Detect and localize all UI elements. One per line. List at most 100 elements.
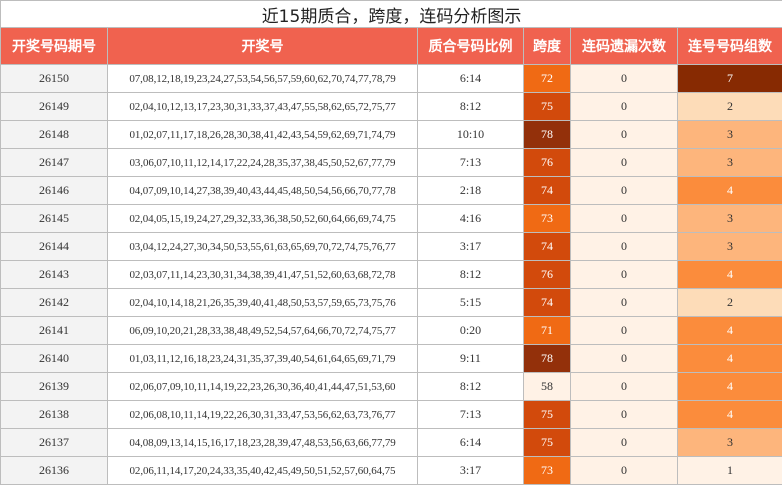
table-body: 26150 07,08,12,18,19,23,24,27,53,54,56,57…	[0, 64, 782, 485]
cell-issue: 26147	[0, 148, 108, 177]
cell-span: 73	[523, 204, 571, 233]
header-consecutive-miss: 连码遗漏次数	[570, 27, 678, 65]
cell-span: 71	[523, 316, 571, 345]
cell-miss: 0	[570, 204, 678, 233]
cell-groups: 3	[676, 120, 782, 149]
cell-numbers: 02,06,11,14,17,20,24,33,35,40,42,45,49,5…	[107, 456, 418, 485]
cell-ratio: 8:12	[417, 372, 524, 401]
lottery-analysis-table: 近15期质合，跨度，连码分析图示 开奖号码期号 开奖号 质合号码比例 跨度 连码…	[0, 0, 782, 485]
cell-groups: 3	[676, 428, 782, 457]
cell-ratio: 5:15	[417, 288, 524, 317]
cell-span: 58	[523, 372, 571, 401]
table-row: 26146 04,07,09,10,14,27,38,39,40,43,44,45…	[0, 176, 782, 205]
cell-numbers: 06,09,10,20,21,28,33,38,48,49,52,54,57,6…	[107, 316, 418, 345]
cell-numbers: 03,06,07,10,11,12,14,17,22,24,28,35,37,3…	[107, 148, 418, 177]
cell-issue: 26137	[0, 428, 108, 457]
cell-ratio: 0:20	[417, 316, 524, 345]
cell-miss: 0	[570, 64, 678, 93]
cell-issue: 26146	[0, 176, 108, 205]
cell-miss: 0	[570, 92, 678, 121]
cell-issue: 26148	[0, 120, 108, 149]
cell-numbers: 02,04,10,14,18,21,26,35,39,40,41,48,50,5…	[107, 288, 418, 317]
cell-issue: 26150	[0, 64, 108, 93]
table-row: 26141 06,09,10,20,21,28,33,38,48,49,52,54…	[0, 316, 782, 345]
cell-issue: 26139	[0, 372, 108, 401]
cell-issue: 26145	[0, 204, 108, 233]
table-row: 26139 02,06,07,09,10,11,14,19,22,23,26,30…	[0, 372, 782, 401]
cell-miss: 0	[570, 428, 678, 457]
table-row: 26138 02,06,08,10,11,14,19,22,26,30,31,33…	[0, 400, 782, 429]
header-span: 跨度	[523, 27, 571, 65]
cell-numbers: 02,03,07,11,14,23,30,31,34,38,39,41,47,5…	[107, 260, 418, 289]
cell-miss: 0	[570, 120, 678, 149]
cell-ratio: 6:14	[417, 64, 524, 93]
cell-groups: 2	[676, 288, 782, 317]
table-row: 26144 03,04,12,24,27,30,34,50,53,55,61,63…	[0, 232, 782, 261]
cell-span: 76	[523, 148, 571, 177]
cell-miss: 0	[570, 148, 678, 177]
header-issue: 开奖号码期号	[0, 27, 108, 65]
cell-issue: 26142	[0, 288, 108, 317]
table-row: 26136 02,06,11,14,17,20,24,33,35,40,42,45…	[0, 456, 782, 485]
cell-numbers: 03,04,12,24,27,30,34,50,53,55,61,63,65,6…	[107, 232, 418, 261]
cell-groups: 3	[676, 148, 782, 177]
cell-numbers: 02,04,05,15,19,24,27,29,32,33,36,38,50,5…	[107, 204, 418, 233]
cell-miss: 0	[570, 316, 678, 345]
cell-groups: 2	[676, 92, 782, 121]
cell-groups: 4	[676, 316, 782, 345]
header-numbers: 开奖号	[107, 27, 418, 65]
table-row: 26137 04,08,09,13,14,15,16,17,18,23,28,39…	[0, 428, 782, 457]
cell-issue: 26140	[0, 344, 108, 373]
cell-groups: 4	[676, 176, 782, 205]
cell-groups: 4	[676, 344, 782, 373]
cell-ratio: 6:14	[417, 428, 524, 457]
cell-span: 76	[523, 260, 571, 289]
cell-ratio: 7:13	[417, 148, 524, 177]
header-prime-composite-ratio: 质合号码比例	[417, 27, 524, 65]
table-row: 26150 07,08,12,18,19,23,24,27,53,54,56,57…	[0, 64, 782, 93]
cell-miss: 0	[570, 400, 678, 429]
cell-numbers: 01,03,11,12,16,18,23,24,31,35,37,39,40,5…	[107, 344, 418, 373]
cell-miss: 0	[570, 372, 678, 401]
cell-numbers: 04,08,09,13,14,15,16,17,18,23,28,39,47,4…	[107, 428, 418, 457]
cell-ratio: 3:17	[417, 456, 524, 485]
cell-numbers: 02,06,08,10,11,14,19,22,26,30,31,33,47,5…	[107, 400, 418, 429]
cell-miss: 0	[570, 456, 678, 485]
cell-span: 78	[523, 344, 571, 373]
cell-groups: 4	[676, 400, 782, 429]
cell-span: 75	[523, 428, 571, 457]
cell-ratio: 4:16	[417, 204, 524, 233]
cell-ratio: 3:17	[417, 232, 524, 261]
cell-issue: 26138	[0, 400, 108, 429]
cell-numbers: 02,04,10,12,13,17,23,30,31,33,37,43,47,5…	[107, 92, 418, 121]
cell-groups: 3	[676, 232, 782, 261]
cell-miss: 0	[570, 176, 678, 205]
table-title: 近15期质合，跨度，连码分析图示	[0, 0, 782, 28]
cell-groups: 4	[676, 372, 782, 401]
table-row: 26147 03,06,07,10,11,12,14,17,22,24,28,35…	[0, 148, 782, 177]
cell-miss: 0	[570, 288, 678, 317]
title-row: 近15期质合，跨度，连码分析图示	[0, 0, 782, 28]
cell-miss: 0	[570, 260, 678, 289]
table-row: 26143 02,03,07,11,14,23,30,31,34,38,39,41…	[0, 260, 782, 289]
cell-miss: 0	[570, 344, 678, 373]
cell-numbers: 01,02,07,11,17,18,26,28,30,38,41,42,43,5…	[107, 120, 418, 149]
cell-issue: 26149	[0, 92, 108, 121]
cell-ratio: 9:11	[417, 344, 524, 373]
cell-ratio: 7:13	[417, 400, 524, 429]
cell-ratio: 2:18	[417, 176, 524, 205]
cell-span: 78	[523, 120, 571, 149]
cell-issue: 26136	[0, 456, 108, 485]
cell-span: 75	[523, 92, 571, 121]
cell-groups: 1	[676, 456, 782, 485]
cell-ratio: 8:12	[417, 92, 524, 121]
table-row: 26149 02,04,10,12,13,17,23,30,31,33,37,43…	[0, 92, 782, 121]
cell-numbers: 07,08,12,18,19,23,24,27,53,54,56,57,59,6…	[107, 64, 418, 93]
cell-ratio: 10:10	[417, 120, 524, 149]
cell-span: 74	[523, 288, 571, 317]
cell-span: 74	[523, 176, 571, 205]
table-row: 26142 02,04,10,14,18,21,26,35,39,40,41,48…	[0, 288, 782, 317]
cell-numbers: 04,07,09,10,14,27,38,39,40,43,44,45,48,5…	[107, 176, 418, 205]
cell-miss: 0	[570, 232, 678, 261]
cell-issue: 26143	[0, 260, 108, 289]
